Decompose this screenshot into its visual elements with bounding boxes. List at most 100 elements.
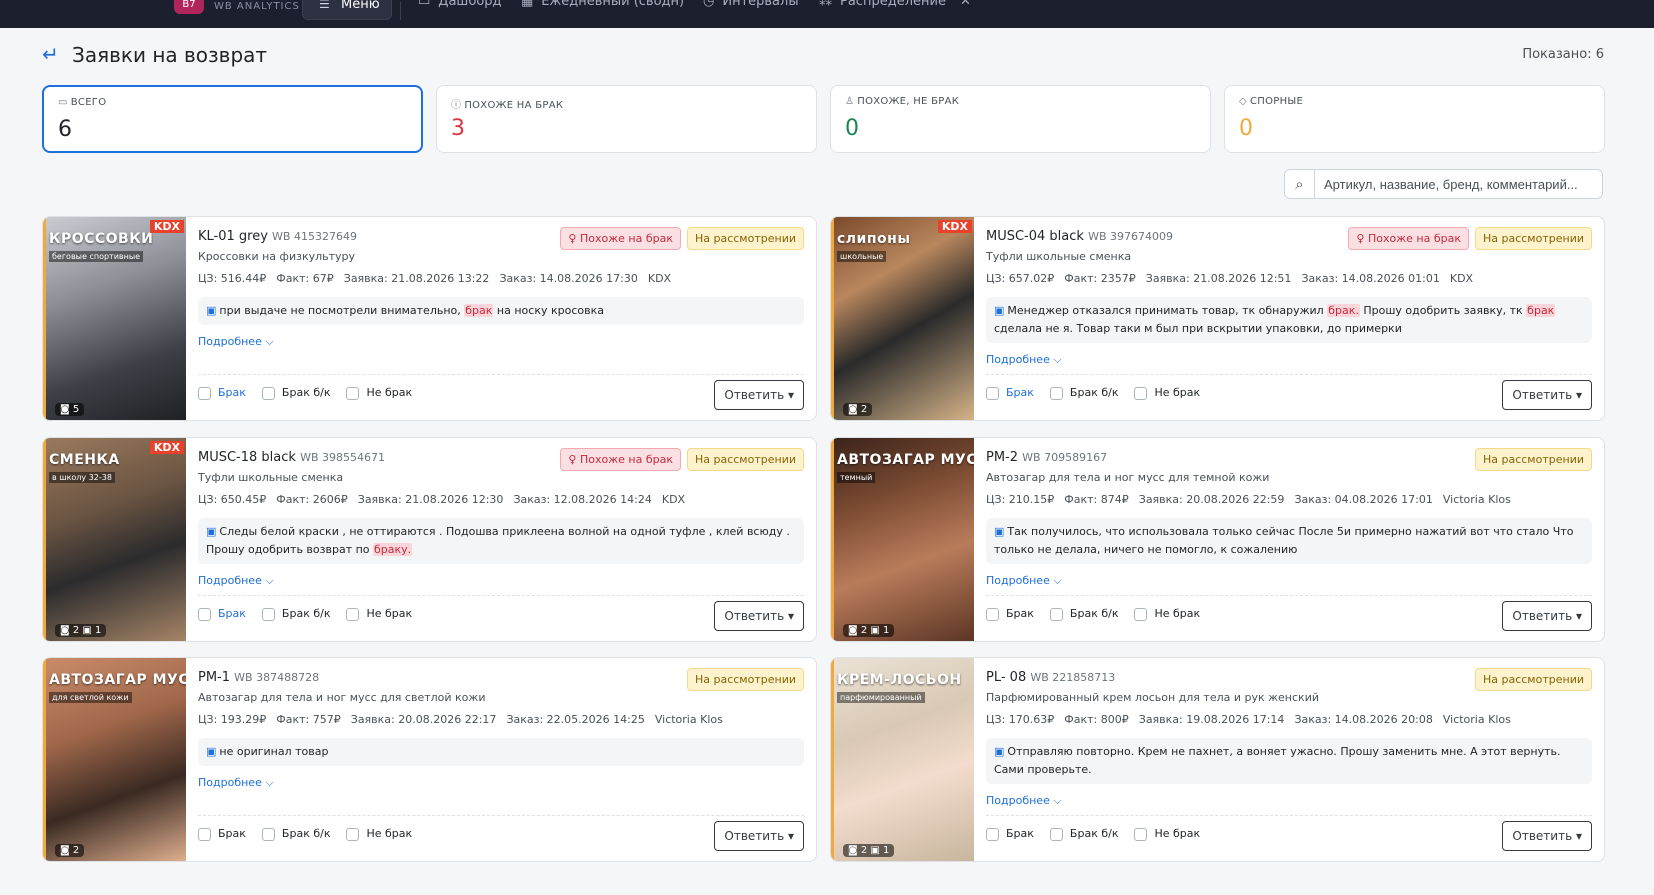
- nav-dashboard[interactable]: ▭ Дашборд: [418, 0, 502, 9]
- search-input[interactable]: [1314, 169, 1603, 199]
- checkbox-box[interactable]: [198, 386, 211, 400]
- checkbox-box[interactable]: [986, 607, 999, 621]
- checkbox-brak[interactable]: Брак: [198, 386, 246, 400]
- more-link[interactable]: Подробнее ⌵: [198, 574, 274, 588]
- checkbox-box[interactable]: [198, 827, 211, 841]
- more-link[interactable]: Подробнее ⌵: [198, 776, 274, 790]
- status-badges: На рассмотрении: [681, 668, 804, 691]
- product-article: MUSC-18 black: [198, 450, 301, 465]
- checkbox-box[interactable]: [1134, 607, 1148, 621]
- stat-total[interactable]: ▭ ВСЕГО 6: [42, 85, 423, 153]
- nav-daily[interactable]: ▦ Ежедневный (сводн): [521, 0, 684, 9]
- product-image[interactable]: КРЕМ-ЛОСЬОН парфюмированный ◙ 2 ▣ 1: [831, 658, 974, 861]
- brand-name: KDX: [1449, 272, 1474, 285]
- checkbox-brak-bk[interactable]: Брак б/к: [1049, 386, 1118, 400]
- product-image[interactable]: слипоны школьные KDX ◙ 2: [831, 217, 974, 420]
- menu-button[interactable]: ☰ Меню: [302, 0, 392, 20]
- checkbox-brak-bk[interactable]: Брак б/к: [1049, 607, 1118, 621]
- likely-defect-badge: ♀ Похоже на брак: [560, 227, 681, 250]
- product-name: PM-1 WB 387488728: [198, 670, 319, 685]
- checkbox-box[interactable]: [261, 607, 275, 621]
- checkbox-brak[interactable]: Брак: [986, 607, 1034, 621]
- divider: [198, 374, 804, 375]
- checkbox-not-brak[interactable]: Не брак: [1134, 607, 1200, 621]
- verdict-checkboxes: Брак Брак б/к Не брак: [198, 607, 428, 621]
- price-fact: Факт: 874₽: [1064, 493, 1129, 506]
- more-link[interactable]: Подробнее ⌵: [986, 794, 1062, 808]
- reply-dropdown-button[interactable]: Ответить ▾: [1502, 821, 1592, 851]
- stat-disputed[interactable]: ◇ СПОРНЫЕ 0: [1224, 85, 1605, 153]
- photo-count-icon: ◙ 5: [55, 403, 85, 416]
- more-link[interactable]: Подробнее ⌵: [198, 335, 274, 349]
- nav-distribution[interactable]: ⁂ Распределение: [819, 0, 946, 9]
- stat-label: ◇ СПОРНЫЕ: [1239, 96, 1303, 107]
- checkbox-box[interactable]: [1049, 607, 1063, 621]
- more-link[interactable]: Подробнее ⌵: [986, 353, 1062, 367]
- highlight-keyword: брак: [464, 304, 494, 317]
- checkbox-label: Не брак: [366, 386, 413, 399]
- checkbox-brak-bk[interactable]: Брак б/к: [261, 827, 330, 841]
- product-image[interactable]: АВТОЗАГАР МУСС темный ◙ 2 ▣ 1: [831, 438, 974, 641]
- stat-value: 3: [451, 116, 465, 141]
- checkbox-box[interactable]: [261, 827, 275, 841]
- checkbox-not-brak[interactable]: Не брак: [346, 827, 412, 841]
- status-badges: На рассмотрении: [1469, 668, 1592, 691]
- review-status-badge: На рассмотрении: [1474, 448, 1592, 471]
- checkbox-box[interactable]: [261, 386, 275, 400]
- reply-dropdown-button[interactable]: Ответить ▾: [1502, 601, 1592, 631]
- info-icon: ⓘ: [451, 100, 462, 111]
- checkbox-box[interactable]: [1134, 827, 1148, 841]
- product-description: Кроссовки на физкультуру: [198, 250, 356, 263]
- reply-dropdown-button[interactable]: Ответить ▾: [714, 601, 804, 631]
- product-image[interactable]: СМЕНКА в школу 32-38 KDX ◙ 2 ▣ 1: [43, 438, 186, 641]
- stat-likely-not-defect[interactable]: ♙ ПОХОЖЕ, НЕ БРАК 0: [830, 85, 1211, 153]
- checkbox-box[interactable]: [1049, 386, 1063, 400]
- nav-label: Распределение: [840, 0, 946, 9]
- checkbox-brak-bk[interactable]: Брак б/к: [261, 607, 330, 621]
- request-date: Заявка: 20.08.2026 22:17: [350, 713, 497, 726]
- order-date: Заказ: 04.08.2026 17:01: [1294, 493, 1433, 506]
- checkbox-brak[interactable]: Брак: [198, 827, 246, 841]
- checkbox-brak[interactable]: Брак: [198, 607, 246, 621]
- search-icon[interactable]: ⌕: [1284, 169, 1315, 199]
- checkbox-not-brak[interactable]: Не брак: [1134, 827, 1200, 841]
- checkbox-brak-bk[interactable]: Брак б/к: [1049, 827, 1118, 841]
- checkbox-not-brak[interactable]: Не брак: [346, 607, 412, 621]
- checkbox-box[interactable]: [346, 827, 360, 841]
- back-arrow-icon[interactable]: ↵: [42, 42, 59, 66]
- return-request-card: КРЕМ-ЛОСЬОН парфюмированный ◙ 2 ▣ 1 PL- 08 …: [830, 657, 1605, 862]
- comment-text: на носку кросовка: [493, 304, 604, 317]
- checkbox-not-brak[interactable]: Не брак: [1134, 386, 1200, 400]
- product-image[interactable]: АВТОЗАГАР МУСС для светлой кожи ◙ 2: [43, 658, 186, 861]
- comment-text: Прошу одобрить заявку, тк: [1359, 304, 1527, 317]
- comment-text: при выдаче не посмотрели внимательно,: [219, 304, 465, 317]
- product-image[interactable]: КРОССОВКИ беговые спортивные KDX ◙ 5: [43, 217, 186, 420]
- reply-dropdown-button[interactable]: Ответить ▾: [714, 380, 804, 410]
- checkbox-box[interactable]: [346, 607, 360, 621]
- more-link[interactable]: Подробнее ⌵: [986, 574, 1062, 588]
- customer-comment: ▣ при выдаче не посмотрели внимательно, б…: [198, 297, 804, 325]
- checkbox-label: Брак: [1006, 607, 1034, 620]
- checkbox-label: Не брак: [1154, 386, 1201, 399]
- checkbox-label: Брак: [1006, 386, 1034, 399]
- checkbox-box[interactable]: [986, 827, 999, 841]
- card-body: MUSC-04 black WB 397674009 Туфли школьные…: [986, 217, 1592, 420]
- reply-dropdown-button[interactable]: Ответить ▾: [1502, 380, 1592, 410]
- product-name: PL- 08 WB 221858713: [986, 670, 1115, 685]
- checkbox-box[interactable]: [198, 607, 211, 621]
- checkbox-brak[interactable]: Брак: [986, 386, 1034, 400]
- checkbox-brak-bk[interactable]: Брак б/к: [261, 386, 331, 400]
- checkbox-box[interactable]: [346, 386, 360, 400]
- checkbox-box[interactable]: [1049, 827, 1063, 841]
- stat-likely-defect[interactable]: ⓘ ПОХОЖЕ НА БРАК 3: [436, 85, 817, 153]
- checkbox-label: Брак б/к: [281, 386, 331, 399]
- checkbox-not-brak[interactable]: Не брак: [346, 386, 412, 400]
- review-status-badge: На рассмотрении: [1474, 227, 1592, 250]
- close-icon[interactable]: ✕: [960, 0, 971, 9]
- checkbox-box[interactable]: [1134, 386, 1148, 400]
- reply-dropdown-button[interactable]: Ответить ▾: [714, 821, 804, 851]
- checkbox-box[interactable]: [986, 386, 999, 400]
- card-body: PM-1 WB 387488728 Автозагар для тела и но…: [198, 658, 804, 861]
- checkbox-brak[interactable]: Брак: [986, 827, 1034, 841]
- nav-intervals[interactable]: ◷ Интервалы: [703, 0, 799, 9]
